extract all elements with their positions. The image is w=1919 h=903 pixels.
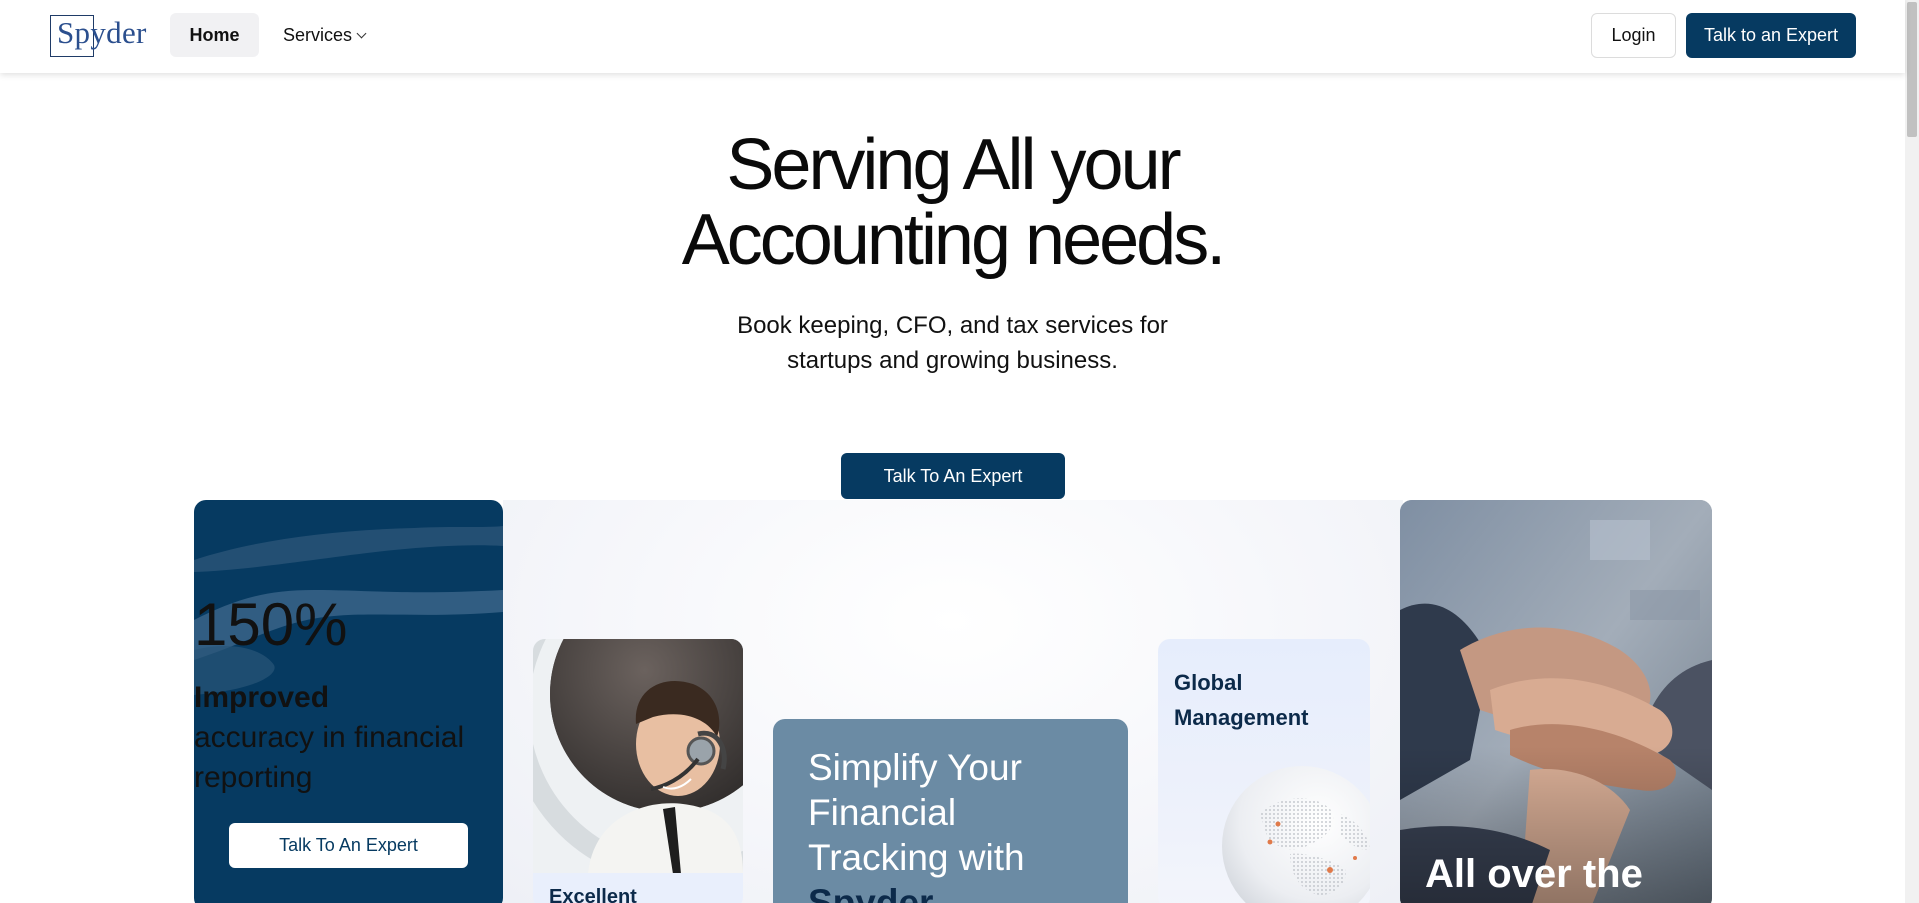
stat-value: 150% [194,591,348,658]
simplify-line3: Tracking with [808,837,1025,878]
nav-services-label: Services [283,24,353,45]
simplify-line1: Simplify Your [808,747,1022,788]
nav-services-dropdown[interactable]: Services [283,13,367,57]
stat-label-line2: accuracy in financial [194,721,465,754]
top-navbar: Spyder Home Services Login Talk to an Ex… [0,0,1905,73]
global-line1: Global [1174,670,1243,695]
stat-label-bold: Improved [194,681,330,714]
page-scrollbar[interactable] [1905,0,1919,903]
hero-subtitle-line1: Book keeping, CFO, and tax services for [737,312,1168,339]
chevron-down-icon [356,28,367,39]
hero-title: Serving All your Accounting needs. [0,128,1905,278]
scrollbar-thumb[interactable] [1907,2,1917,137]
talk-to-expert-nav-button[interactable]: Talk to an Expert [1686,13,1856,58]
hero-title-line2: Accounting needs. [681,200,1226,280]
hero-title-line1: Serving All your [726,125,1181,205]
stat-description: Improved accuracy in financial reporting [194,678,503,798]
support-agent-photo [533,639,743,873]
hero-subtitle-line2: startups and growing business. [787,347,1118,374]
simplify-card: Simplify Your Financial Tracking with Sp… [773,719,1128,903]
hands-together-card: All over the [1400,500,1712,903]
support-card: Excellent [533,639,743,903]
hero-talk-to-expert-button[interactable]: Talk To An Expert [841,453,1065,499]
global-card-label: Global Management [1174,665,1308,735]
simplify-line2: Financial [808,792,957,833]
nav-home-link[interactable]: Home [170,13,259,57]
support-card-label: Excellent [549,886,637,903]
globe-icon [1222,766,1370,903]
hero-subtitle: Book keeping, CFO, and tax services for … [0,308,1905,378]
stat-label-line3: reporting [194,761,313,794]
hands-together-photo [1400,500,1712,903]
logo-text: Spyder [57,15,147,50]
global-management-card: Global Management [1158,639,1370,903]
simplify-card-text: Simplify Your Financial Tracking with Sp… [808,745,1025,903]
spyder-logo[interactable]: Spyder [50,15,150,57]
simplify-brand: Spyder [808,882,934,903]
hands-card-label: All over the [1425,852,1643,896]
global-line2: Management [1174,705,1309,730]
stat-talk-to-expert-button[interactable]: Talk To An Expert [229,823,468,868]
login-button[interactable]: Login [1591,13,1676,58]
